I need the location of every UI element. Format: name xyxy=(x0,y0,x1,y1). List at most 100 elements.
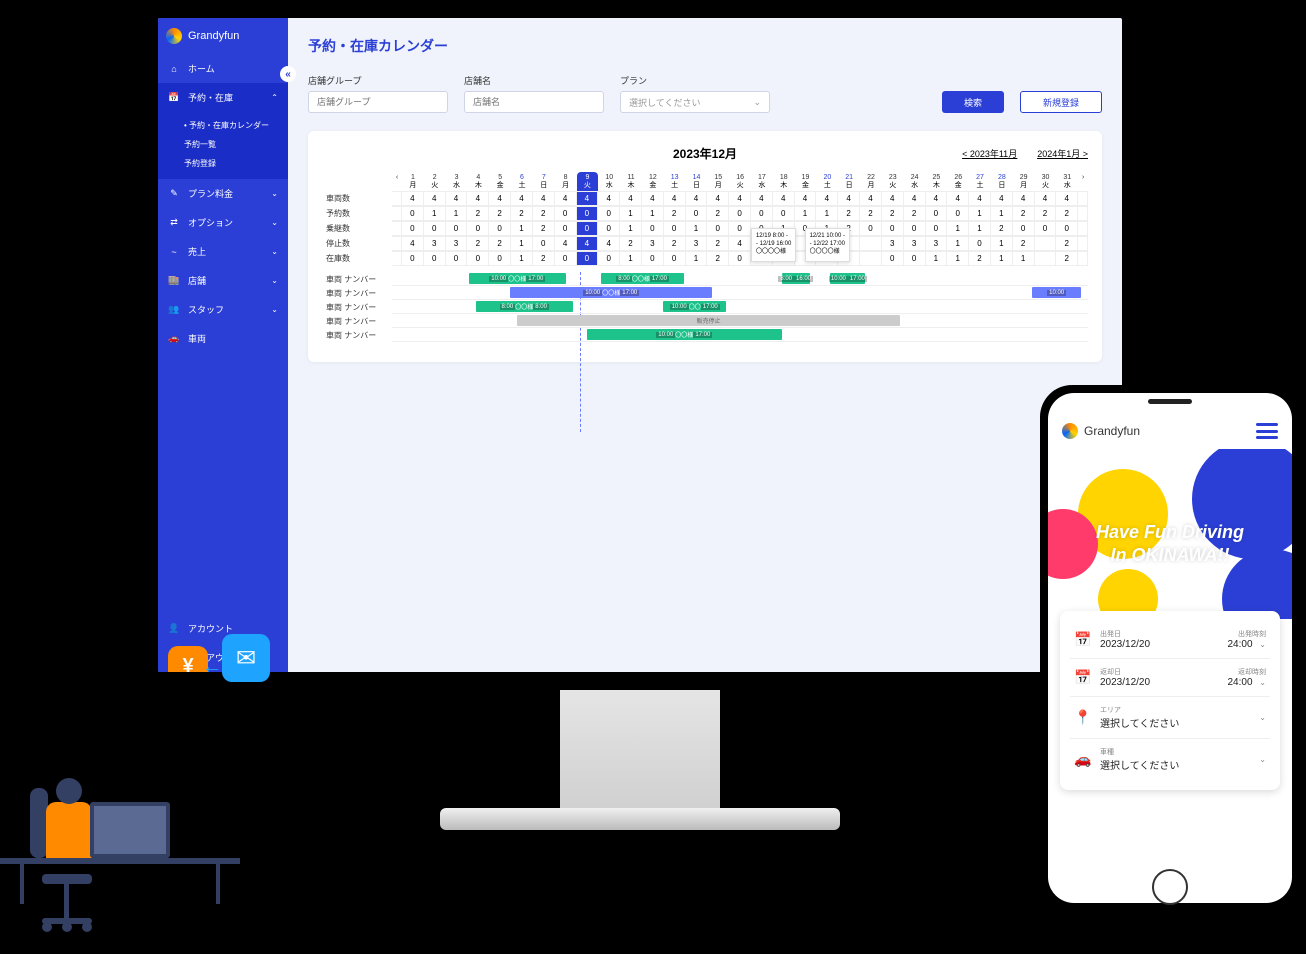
day-header-cell[interactable]: 16火 xyxy=(729,172,751,191)
calendar-cell: 0 xyxy=(467,251,489,266)
search-row[interactable]: 📅出発日2023/12/20出発時刻24:00 ⌄ xyxy=(1070,621,1270,659)
nav-icon: 👥 xyxy=(168,304,180,316)
filter-bar: 店舗グループ 店舗名 プラン 選択してください ⌄ 検索 新規登録 xyxy=(308,74,1102,113)
sidebar-item[interactable]: ⌂ホーム xyxy=(158,54,288,83)
day-header-cell[interactable]: 8月 xyxy=(555,172,577,191)
search-card: 📅出発日2023/12/20出発時刻24:00 ⌄📅返却日2023/12/20返… xyxy=(1060,611,1280,790)
sidebar-collapse-button[interactable]: « xyxy=(280,66,296,82)
calendar-data-row: 車両数4444444444444444444444444444444 xyxy=(322,191,1088,206)
day-header-cell[interactable]: 19金 xyxy=(795,172,817,191)
day-header-cell[interactable]: 26金 xyxy=(947,172,969,191)
brand: Grandyfun xyxy=(158,18,288,54)
day-header-cell[interactable]: 5金 xyxy=(489,172,511,191)
calendar-cell: 0 xyxy=(947,206,969,221)
calendar-cell: 4 xyxy=(947,191,969,206)
scroll-left-icon[interactable]: ‹ xyxy=(392,172,402,191)
day-header-cell[interactable]: 11木 xyxy=(620,172,642,191)
day-header-cell[interactable]: 2火 xyxy=(424,172,446,191)
day-header-cell[interactable]: 28日 xyxy=(991,172,1013,191)
day-header-cell[interactable]: 14日 xyxy=(686,172,708,191)
day-header-cell[interactable]: 31水 xyxy=(1056,172,1078,191)
sidebar-item[interactable]: 📅予約・在庫⌃ xyxy=(158,83,288,112)
calendar-cell: 0 xyxy=(489,251,511,266)
calendar-cell: 4 xyxy=(991,191,1013,206)
calendar-cell: 1 xyxy=(511,251,533,266)
home-button-icon[interactable] xyxy=(1152,869,1188,905)
calendar-cell: 0 xyxy=(555,206,577,221)
search-row[interactable]: 🚗車種選択してください⌄ xyxy=(1070,739,1270,780)
store-name-input[interactable] xyxy=(464,91,604,113)
day-header-cell[interactable]: 27土 xyxy=(969,172,991,191)
sidebar-sub-item[interactable]: 予約・在庫カレンダー xyxy=(184,116,288,135)
day-header-cell[interactable]: 30火 xyxy=(1035,172,1057,191)
scroll-right-icon[interactable]: › xyxy=(1078,172,1088,191)
calendar-cell: 4 xyxy=(402,236,424,251)
calendar-cell: 1 xyxy=(991,251,1013,266)
day-header-cell[interactable]: 15月 xyxy=(707,172,729,191)
reservation-tooltip: 12/21 10:00 -- 12/22 17:00〇〇〇〇様 xyxy=(805,228,850,261)
day-header-cell[interactable]: 21日 xyxy=(838,172,860,191)
calendar-cell: 0 xyxy=(577,221,599,236)
calendar-cell: 0 xyxy=(969,236,991,251)
calendar-cell: 0 xyxy=(555,251,577,266)
calendar-cell xyxy=(860,236,882,251)
sidebar-sub-item[interactable]: 予約登録 xyxy=(184,154,288,173)
sidebar-sub-item[interactable]: 予約一覧 xyxy=(184,135,288,154)
day-header-cell[interactable]: 18木 xyxy=(773,172,795,191)
store-group-input[interactable] xyxy=(308,91,448,113)
calendar-cell: 2 xyxy=(707,236,729,251)
day-header-cell[interactable]: 13土 xyxy=(664,172,686,191)
calendar-cell: 0 xyxy=(402,206,424,221)
register-button[interactable]: 新規登録 xyxy=(1020,91,1102,113)
day-header-cell[interactable]: 7日 xyxy=(533,172,555,191)
chevron-icon: ⌄ xyxy=(271,276,278,285)
calendar-cell: 1 xyxy=(926,251,948,266)
sidebar-item[interactable]: 🏬店舗⌄ xyxy=(158,266,288,295)
calendar-cell: 2 xyxy=(1013,236,1035,251)
arrow-icon: ← xyxy=(202,656,222,679)
calendar-cell: 1 xyxy=(969,221,991,236)
day-header-cell[interactable]: 3水 xyxy=(446,172,468,191)
calendar-cell: 1 xyxy=(816,206,838,221)
sidebar-nav: ⌂ホーム📅予約・在庫⌃ 予約・在庫カレンダー予約一覧予約登録 ✎プラン料金⌄⇄オプシ… xyxy=(158,54,288,353)
day-header-cell[interactable]: 9火 xyxy=(577,172,599,191)
day-header-cell[interactable]: 1月 xyxy=(402,172,424,191)
search-row[interactable]: 📍エリア選択してください⌄ xyxy=(1070,697,1270,739)
sidebar-item[interactable]: ~売上⌄ xyxy=(158,237,288,266)
gantt-row: 車両 ナンバー 販売停止 xyxy=(392,314,1088,328)
prev-month-link[interactable]: < 2023年11月 xyxy=(962,147,1017,160)
day-header-cell[interactable]: 20土 xyxy=(816,172,838,191)
day-header-cell[interactable]: 23火 xyxy=(882,172,904,191)
day-header-cell[interactable]: 22月 xyxy=(860,172,882,191)
sidebar-item[interactable]: 👥スタッフ⌄ xyxy=(158,295,288,324)
day-header-cell[interactable]: 17水 xyxy=(751,172,773,191)
day-header-cell[interactable]: 24水 xyxy=(904,172,926,191)
calendar-cell: 2 xyxy=(860,206,882,221)
calendar-card: 2023年12月 < 2023年11月 2024年1月 > ‹1月2火3水4木5… xyxy=(308,131,1102,362)
brand-logo-icon xyxy=(1062,423,1078,439)
next-month-link[interactable]: 2024年1月 > xyxy=(1037,147,1088,160)
sidebar-item[interactable]: ⇄オプション⌄ xyxy=(158,208,288,237)
chevron-icon: ⌄ xyxy=(271,189,278,198)
day-header-cell[interactable]: 25木 xyxy=(926,172,948,191)
day-header-cell[interactable]: 4木 xyxy=(467,172,489,191)
calendar-cell: 0 xyxy=(446,251,468,266)
calendar-cell: 0 xyxy=(598,221,620,236)
search-button[interactable]: 検索 xyxy=(942,91,1004,113)
nav-icon: 👤 xyxy=(168,623,180,635)
hamburger-menu-icon[interactable] xyxy=(1256,423,1278,439)
calendar-cell: 1 xyxy=(620,206,642,221)
hero-banner: Have Fun Driving In OKINAWA!! xyxy=(1048,449,1292,619)
search-row[interactable]: 📅返却日2023/12/20返却時刻24:00 ⌄ xyxy=(1070,659,1270,697)
day-header-cell[interactable]: 10水 xyxy=(598,172,620,191)
sidebar-item[interactable]: 🚗車両 xyxy=(158,324,288,353)
calendar-cell: 4 xyxy=(1035,191,1057,206)
gantt-row: 車両 ナンバー 8:00〇〇様8:00 10:00〇〇17:00 xyxy=(392,300,1088,314)
sidebar-item[interactable]: ✎プラン料金⌄ xyxy=(158,179,288,208)
day-header-cell[interactable]: 6土 xyxy=(511,172,533,191)
day-header-cell[interactable]: 29月 xyxy=(1013,172,1035,191)
plan-select[interactable]: 選択してください ⌄ xyxy=(620,91,770,113)
main-content: 予約・在庫カレンダー 店舗グループ 店舗名 プラン 選択してください ⌄ xyxy=(288,18,1122,672)
day-header-cell[interactable]: 12金 xyxy=(642,172,664,191)
calendar-cell: 4 xyxy=(598,236,620,251)
